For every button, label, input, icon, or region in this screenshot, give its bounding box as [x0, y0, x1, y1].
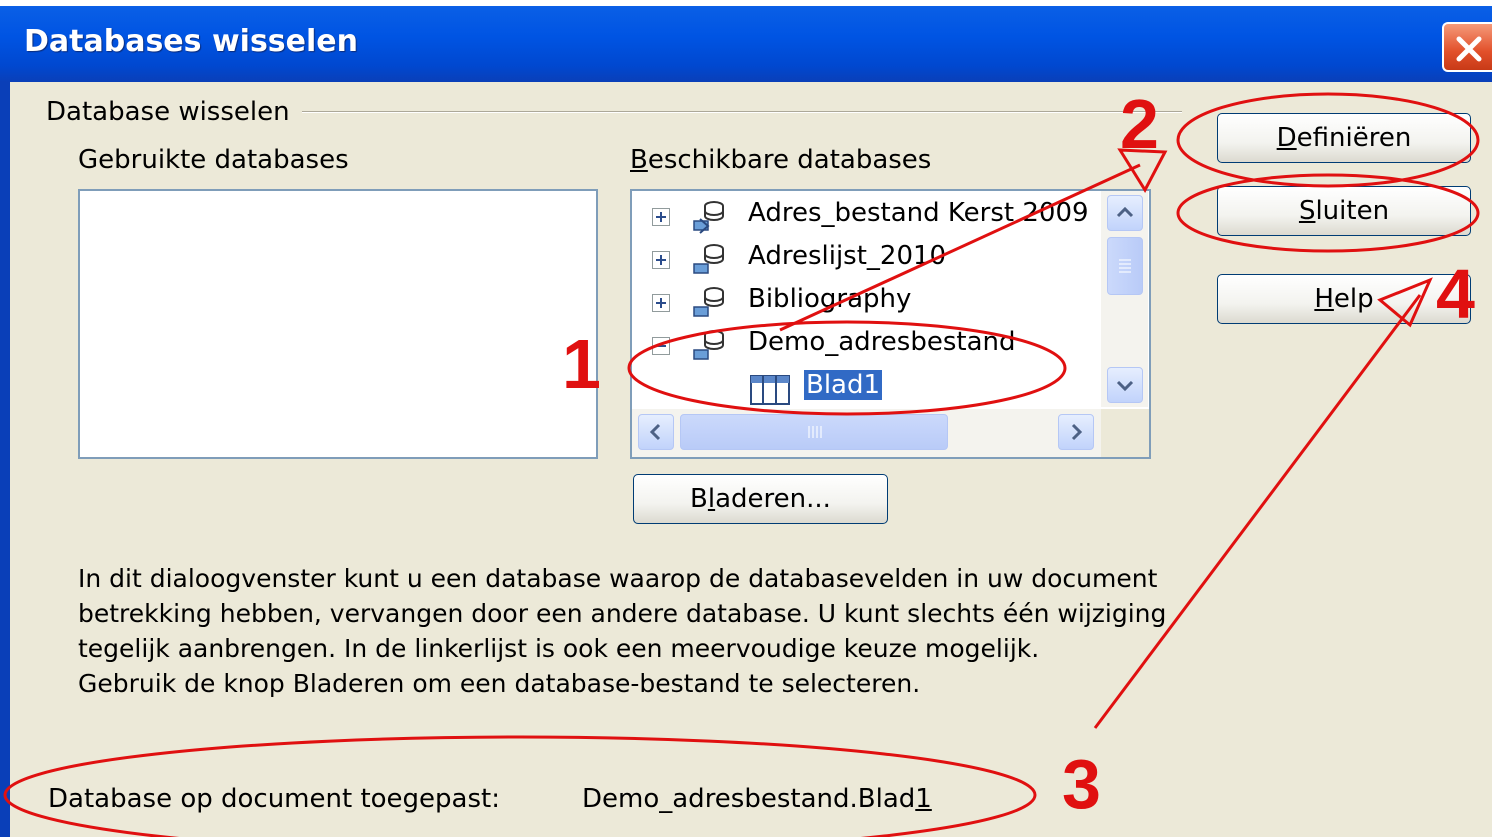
title-bar-edge [0, 0, 1492, 6]
chevron-left-icon [649, 423, 661, 441]
close-window-button[interactable] [1442, 22, 1492, 72]
scroll-thumb[interactable] [680, 414, 948, 450]
tree-item[interactable]: Bibliography [632, 281, 1102, 323]
scroll-thumb[interactable] [1107, 237, 1143, 295]
group-divider [290, 111, 1182, 113]
close-icon [1456, 36, 1482, 62]
tree-item-label: Blad1 [804, 370, 883, 400]
define-label-rest: efiniëren [1296, 123, 1412, 153]
browse-label-hotkey: l [707, 484, 716, 514]
used-databases-label: Gebruikte databases [78, 145, 349, 175]
scroll-left-button[interactable] [638, 414, 674, 450]
grip-icon [1119, 259, 1131, 273]
help-button[interactable]: Help [1217, 274, 1471, 324]
browse-label-prefix: B [690, 484, 708, 514]
tree-item-label: Adres_bestand Kerst 2009 [748, 198, 1089, 228]
tree-horizontal-scrollbar[interactable] [632, 409, 1101, 457]
database-icon [693, 244, 724, 274]
tree-item[interactable]: Adres_bestand Kerst 2009 [632, 195, 1102, 237]
table-icon [750, 375, 790, 405]
tree-item-selected[interactable]: Blad1 [632, 367, 1102, 409]
expand-icon[interactable] [652, 208, 670, 226]
annotation-arrowhead-2 [1117, 148, 1168, 194]
tree-item-label: Bibliography [748, 284, 912, 314]
description-paragraph: Gebruik de knop Bladeren om een database… [78, 669, 921, 698]
applied-database-value: Demo_adresbestand.Blad1 [582, 784, 932, 814]
tree-vertical-scrollbar[interactable] [1101, 191, 1148, 407]
scroll-down-button[interactable] [1107, 367, 1143, 403]
available-label-rest: eschikbare databases [647, 145, 932, 175]
define-button[interactable]: Definiëren [1217, 113, 1471, 163]
applied-database-label: Database op document toegepast: [48, 784, 500, 814]
close-label-hotkey: S [1298, 196, 1316, 226]
tree-item-label: Adreslijst_2010 [748, 241, 947, 271]
expand-icon[interactable] [652, 251, 670, 269]
database-icon [693, 201, 724, 234]
used-databases-list[interactable] [78, 189, 598, 459]
description-paragraph: In dit dialoogvenster kunt u een databas… [78, 564, 1167, 663]
database-icon [693, 287, 724, 317]
browse-label-rest: aderen... [715, 484, 831, 514]
chevron-right-icon [1071, 423, 1083, 441]
group-title: Database wisselen [46, 97, 302, 127]
window-title: Databases wisselen [24, 24, 358, 59]
scrollbar-corner [1101, 409, 1149, 457]
scroll-right-button[interactable] [1058, 414, 1094, 450]
database-icon [693, 330, 724, 360]
applied-value-hotkey: 1 [915, 784, 932, 814]
available-databases-label: Beschikbare databases [630, 145, 932, 175]
browse-button[interactable]: Bl aderen... [633, 474, 888, 524]
collapse-icon[interactable] [652, 337, 670, 355]
help-label-rest: elp [1333, 284, 1374, 314]
applied-value-main: Demo_adresbestand.Blad [582, 784, 916, 814]
tree-item[interactable]: Demo_adresbestand [632, 324, 1102, 366]
annotation-number-2: 2 [1120, 85, 1159, 163]
tree-item[interactable]: Adreslijst_2010 [632, 238, 1102, 280]
scroll-up-button[interactable] [1107, 195, 1143, 231]
chevron-up-icon [1116, 206, 1134, 218]
annotation-number-3: 3 [1062, 745, 1101, 823]
dialog-description: In dit dialoogvenster kunt u een databas… [78, 561, 1178, 701]
close-button[interactable]: Sluiten [1217, 186, 1471, 236]
tree-item-label: Demo_adresbestand [748, 327, 1016, 357]
grip-icon [808, 426, 822, 438]
help-label-hotkey: H [1314, 284, 1334, 314]
title-bar: Databases wisselen [0, 0, 1492, 82]
chevron-down-icon [1116, 380, 1134, 392]
define-label-hotkey: D [1276, 123, 1297, 153]
expand-icon[interactable] [652, 294, 670, 312]
close-label-rest: luiten [1315, 196, 1390, 226]
window-frame [0, 82, 10, 837]
